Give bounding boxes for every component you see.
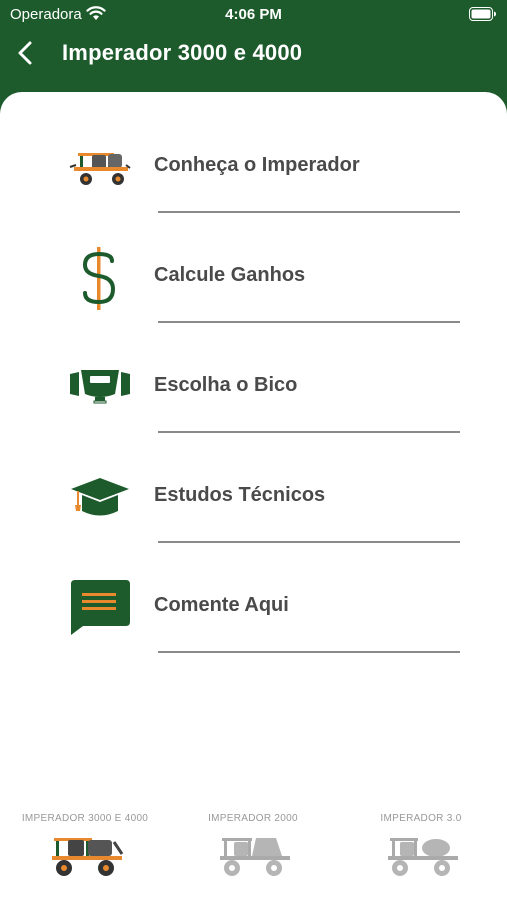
battery-icon <box>469 7 496 21</box>
chat-bubble-icon <box>71 580 130 635</box>
nozzle-icon <box>70 370 130 404</box>
sprayer-icon <box>388 838 458 876</box>
dollar-icon <box>82 247 116 310</box>
tab-label: IMPERADOR 3000 E 4000 <box>21 813 149 824</box>
menu-item-estudos[interactable]: Estudos Técnicos <box>0 464 507 574</box>
tab-label: IMPERADOR 3.0 <box>380 813 462 824</box>
tab-imperador-3-0[interactable]: IMPERADOR 3.0 <box>336 805 506 895</box>
menu-item-comente[interactable]: Comente Aqui <box>0 574 507 684</box>
menu-item-calcule[interactable]: Calcule Ganhos <box>0 244 507 354</box>
menu-item-escolha[interactable]: Escolha o Bico <box>0 354 507 464</box>
chevron-left-icon <box>18 41 32 65</box>
clock-label: 4:06 PM <box>225 6 282 23</box>
tab-label: IMPERADOR 2000 <box>208 813 298 824</box>
tab-imperador-2000[interactable]: IMPERADOR 2000 <box>168 805 338 895</box>
graduation-cap-icon <box>71 478 129 516</box>
back-button[interactable] <box>12 38 42 68</box>
divider <box>158 541 460 543</box>
sprayer-icon <box>69 153 131 185</box>
menu-item-conheca[interactable]: Conheça o Imperador <box>0 134 507 244</box>
menu-item-label: Estudos Técnicos <box>154 484 326 506</box>
page-title: Imperador 3000 e 4000 <box>62 40 303 65</box>
menu-item-label: Comente Aqui <box>154 594 289 616</box>
sprayer-icon <box>52 838 124 876</box>
menu-item-label: Escolha o Bico <box>154 374 298 396</box>
status-bar: Operadora 4:06 PM <box>0 0 507 30</box>
tab-imperador-3000-4000[interactable]: IMPERADOR 3000 E 4000 <box>0 805 170 895</box>
divider <box>158 211 460 213</box>
divider <box>158 651 460 653</box>
menu-item-label: Calcule Ganhos <box>154 264 306 286</box>
tab-bar: IMPERADOR 3000 E 4000 IMPERADOR 2000 IMP… <box>0 805 507 900</box>
divider <box>158 431 460 433</box>
content-card: Conheça o Imperador Calcule Ganhos Escol… <box>0 92 507 900</box>
menu-item-label: Conheça o Imperador <box>154 154 360 176</box>
sprayer-icon <box>220 838 290 876</box>
divider <box>158 321 460 323</box>
